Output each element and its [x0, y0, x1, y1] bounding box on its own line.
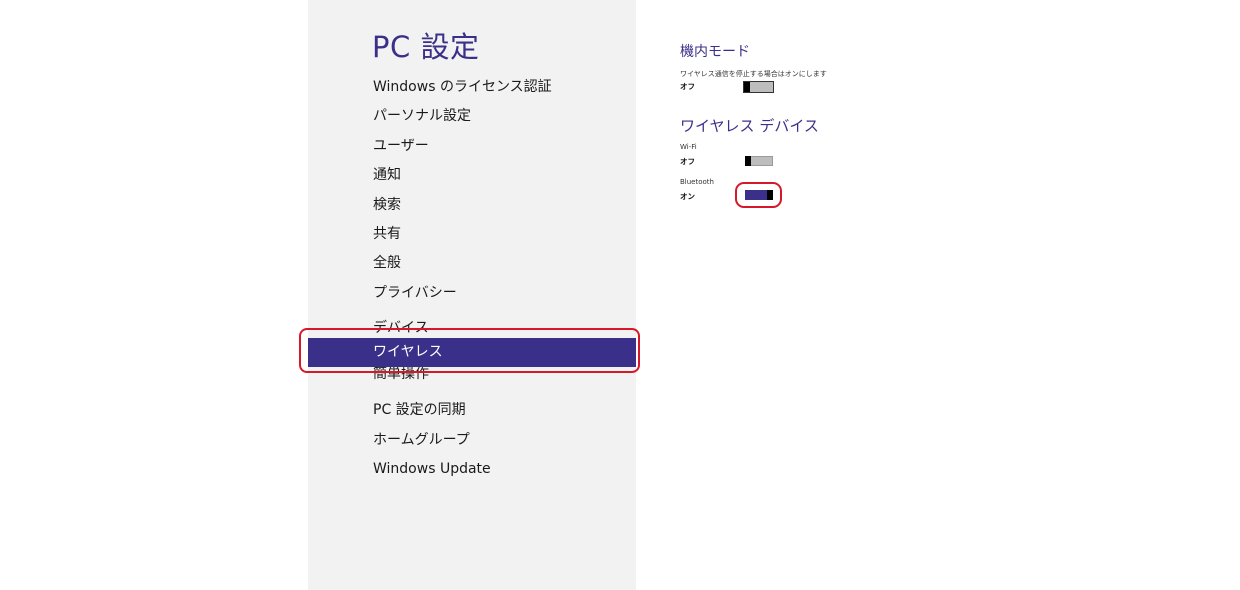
- nav-item-search[interactable]: 検索: [308, 191, 636, 220]
- pc-settings-window: PC 設定 Windows のライセンス認証 パーソナル設定 ユーザー 通知 検…: [0, 0, 1240, 590]
- airplane-mode-heading: 機内モード: [680, 44, 750, 60]
- nav-item-notifications[interactable]: 通知: [308, 161, 636, 190]
- highlight-callout-nav: [299, 328, 640, 373]
- nav-item-users[interactable]: ユーザー: [308, 132, 636, 161]
- toggle-thumb: [745, 156, 751, 166]
- nav-item-label: Windows Update: [373, 461, 491, 478]
- highlight-callout-toggle: [735, 182, 782, 208]
- page-title: PC 設定: [372, 30, 480, 64]
- nav-list: Windows のライセンス認証 パーソナル設定 ユーザー 通知 検索 共有 全…: [308, 73, 636, 484]
- nav-item-sync[interactable]: PC 設定の同期: [308, 396, 636, 425]
- nav-item-label: Windows のライセンス認証: [373, 79, 552, 95]
- nav-item-label: プライバシー: [373, 284, 457, 301]
- airplane-mode-state: オフ: [680, 82, 695, 91]
- nav-item-windows-update[interactable]: Windows Update: [308, 455, 636, 484]
- bluetooth-label: Bluetooth: [680, 178, 714, 186]
- wifi-label: Wi-Fi: [680, 143, 697, 151]
- nav-pane: PC 設定 Windows のライセンス認証 パーソナル設定 ユーザー 通知 検…: [308, 0, 636, 590]
- nav-item-label: ユーザー: [373, 137, 429, 154]
- nav-item-label: PC 設定の同期: [373, 402, 466, 419]
- airplane-mode-toggle[interactable]: [743, 81, 774, 93]
- nav-item-label: パーソナル設定: [373, 108, 471, 125]
- nav-item-label: 共有: [373, 225, 401, 242]
- toggle-thumb: [744, 81, 750, 92]
- nav-item-personalize[interactable]: パーソナル設定: [308, 102, 636, 131]
- nav-item-label: 通知: [373, 167, 401, 184]
- nav-item-general[interactable]: 全般: [308, 249, 636, 278]
- wireless-devices-heading: ワイヤレス デバイス: [680, 117, 819, 135]
- nav-item-activation[interactable]: Windows のライセンス認証: [308, 73, 636, 102]
- wifi-state: オフ: [680, 157, 695, 166]
- nav-item-privacy[interactable]: プライバシー: [308, 279, 636, 308]
- nav-item-homegroup[interactable]: ホームグループ: [308, 426, 636, 455]
- nav-item-label: 検索: [373, 196, 401, 213]
- airplane-mode-description: ワイヤレス通信を停止する場合はオンにします: [680, 70, 827, 78]
- nav-item-share[interactable]: 共有: [308, 220, 636, 249]
- wifi-toggle[interactable]: [745, 156, 773, 166]
- nav-item-label: ホームグループ: [373, 431, 470, 448]
- bluetooth-state: オン: [680, 192, 695, 201]
- nav-item-label: 全般: [373, 255, 401, 272]
